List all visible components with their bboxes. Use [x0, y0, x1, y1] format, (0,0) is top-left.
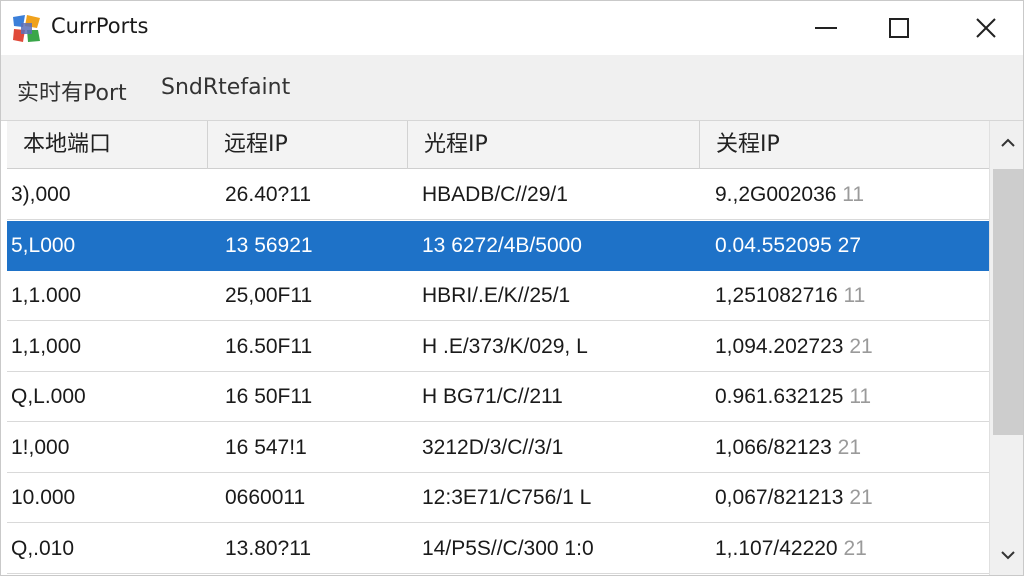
- cell-ip-3-suffix: 21: [837, 435, 861, 459]
- column-header-local-port[interactable]: 本地端口: [7, 121, 208, 169]
- cell-ip-3: 1,251082716 11: [715, 271, 985, 321]
- table-header: 本地端口 远程IP 光程IP 关程IP: [7, 121, 989, 169]
- column-header-ip-2[interactable]: 光程IP: [408, 121, 700, 169]
- cell-local-port: 3),000: [11, 183, 71, 206]
- currports-window: CurrPorts 实时有Port SndRtefaint 本地端口 远程IP …: [0, 0, 1024, 576]
- cell-ip-2: 13 6272/4B/5000: [422, 233, 582, 257]
- cell-ip-3: 1,066/82123 21: [715, 423, 985, 473]
- cell-local-port: 5,L000: [11, 233, 76, 257]
- table-row[interactable]: 1,1,000 16.50F11 H .E/373/K/029, L 1,094.20…: [7, 321, 989, 372]
- cell-ip-3-suffix: 11: [842, 183, 865, 206]
- cell-ip-2: 3212D/3/C//3/1: [422, 435, 564, 459]
- cell-ip-3: 9.,2G002036 11: [715, 170, 985, 220]
- minimize-button[interactable]: [796, 1, 856, 55]
- toolbar-item-realtime-port[interactable]: 实时有Port: [17, 75, 127, 107]
- ports-table: 本地端口 远程IP 光程IP 关程IP 3),000 26.40?11 HBADB/…: [7, 121, 989, 575]
- cell-ip-3-value: 1,094.202723: [715, 334, 844, 358]
- cell-remote-ip: 16 547!1: [225, 435, 307, 459]
- cell-ip-3-value: 9.,2G002036: [715, 183, 837, 206]
- cell-remote-ip: 16 50F11: [225, 385, 313, 408]
- cell-ip-3: 1,.107/42220 21: [715, 524, 985, 574]
- cell-ip-3-value: 0,067/821213: [715, 486, 844, 509]
- cell-local-port: 1,1.000: [11, 284, 82, 307]
- toolbar-item-send-default[interactable]: SndRtefaint: [161, 75, 290, 100]
- cell-ip-3: 1,094.202723 21: [715, 322, 985, 372]
- cell-remote-ip: 25,00F11: [225, 284, 313, 307]
- cell-ip-3-value: 0.961.632125: [715, 385, 844, 408]
- cell-local-port: 1!,000: [11, 435, 70, 459]
- app-logo-icon: [13, 15, 40, 42]
- column-header-remote-ip[interactable]: 远程IP: [208, 121, 408, 169]
- maximize-button[interactable]: [869, 1, 929, 55]
- cell-local-port: 1,1,000: [11, 334, 82, 358]
- scroll-up-button[interactable]: [990, 123, 1023, 163]
- cell-ip-2: H BG71/C//211: [422, 385, 563, 408]
- cell-ip-3-value: 0.04.552095: [715, 233, 832, 257]
- cell-ip-3-suffix: 21: [843, 536, 867, 560]
- table-row[interactable]: 1!,000 16 547!1 3212D/3/C//3/1 1,066/82123 …: [7, 422, 989, 473]
- cell-remote-ip: 0660011: [225, 486, 306, 509]
- cell-ip-3-suffix: 21: [849, 334, 873, 358]
- toolbar: 实时有Port SndRtefaint: [1, 55, 1023, 121]
- scroll-down-button[interactable]: [990, 535, 1023, 575]
- close-button[interactable]: [956, 1, 1016, 55]
- maximize-icon: [889, 18, 909, 38]
- table-row[interactable]: 10.000 0660011 12:3E71/C756/1 L 0,067/82121…: [7, 473, 989, 523]
- minimize-icon: [815, 27, 837, 29]
- window-title: CurrPorts: [51, 14, 149, 38]
- cell-local-port: 10.000: [11, 486, 76, 509]
- cell-remote-ip: 16.50F11: [225, 334, 313, 358]
- cell-remote-ip: 26.40?11: [225, 183, 312, 206]
- close-icon: [976, 18, 996, 38]
- cell-ip-3: 0,067/821213 21: [715, 473, 985, 523]
- cell-ip-3-suffix: 11: [843, 284, 866, 307]
- scrollbar-thumb[interactable]: [993, 169, 1023, 435]
- cell-ip-3: 0.04.552095 27: [715, 221, 985, 271]
- cell-remote-ip: 13.80?11: [225, 536, 312, 560]
- column-header-ip-3[interactable]: 关程IP: [700, 121, 989, 169]
- cell-ip-3-suffix: 27: [837, 233, 861, 257]
- cell-ip-2: H .E/373/K/029, L: [422, 334, 588, 358]
- cell-ip-2: 12:3E71/C756/1 L: [422, 486, 592, 509]
- cell-local-port: Q,.010: [11, 536, 75, 560]
- cell-ip-2: HBRI/.E/K//25/1: [422, 284, 571, 307]
- cell-ip-3-value: 1,066/82123: [715, 435, 832, 459]
- cell-local-port: Q,L.000: [11, 385, 86, 408]
- chevron-up-icon: [1001, 138, 1015, 147]
- table-row[interactable]: 3),000 26.40?11 HBADB/C//29/1 9.,2G002036 1…: [7, 170, 989, 220]
- cell-ip-2: 14/P5S//C/300 1:0: [422, 536, 594, 560]
- table-row[interactable]: 1,1.000 25,00F11 HBRI/.E/K//25/1 1,25108271…: [7, 271, 989, 321]
- cell-ip-3-suffix: 21: [849, 486, 873, 509]
- cell-ip-3: 0.961.632125 11: [715, 372, 985, 422]
- cell-ip-3-value: 1,.107/42220: [715, 536, 838, 560]
- cell-ip-3-value: 1,251082716: [715, 284, 838, 307]
- chevron-down-icon: [1001, 551, 1015, 560]
- table-row[interactable]: Q,L.000 16 50F11 H BG71/C//211 0.961.632125…: [7, 372, 989, 422]
- cell-ip-3-suffix: 11: [849, 385, 872, 408]
- table-row[interactable]: Q,.010 13.80?11 14/P5S//C/300 1:0 1,.107/42…: [7, 523, 989, 574]
- cell-remote-ip: 13 56921: [225, 233, 313, 257]
- title-bar[interactable]: CurrPorts: [1, 1, 1023, 55]
- cell-ip-2: HBADB/C//29/1: [422, 183, 568, 206]
- table-row[interactable]: 5,L000 13 56921 13 6272/4B/5000 0.04.552095…: [7, 220, 989, 271]
- vertical-scrollbar[interactable]: [989, 121, 1023, 575]
